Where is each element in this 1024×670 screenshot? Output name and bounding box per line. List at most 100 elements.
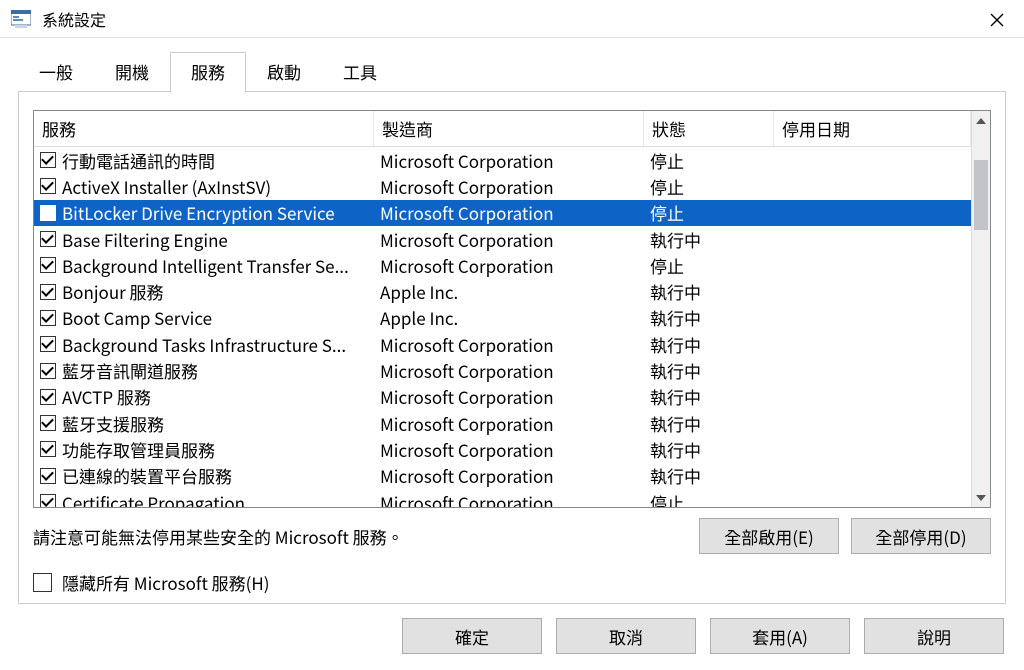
service-manufacturer: Microsoft Corporation xyxy=(374,463,644,488)
service-checkbox[interactable] xyxy=(40,415,56,431)
col-manufacturer[interactable]: 製造商 xyxy=(374,111,644,146)
service-row[interactable]: Certificate Propagation Microsoft Corpora… xyxy=(34,489,971,507)
tab-0[interactable]: 一般 xyxy=(18,52,94,92)
service-row[interactable]: 藍牙支援服務 Microsoft Corporation執行中 xyxy=(34,410,971,436)
service-status: 執行中 xyxy=(644,411,774,436)
ok-button[interactable]: 確定 xyxy=(402,618,542,654)
service-name: Bonjour 服務 xyxy=(62,279,164,304)
service-status: 停止 xyxy=(644,148,774,173)
tab-2[interactable]: 服務 xyxy=(170,52,246,93)
service-manufacturer: Microsoft Corporation xyxy=(374,253,644,278)
service-checkbox[interactable] xyxy=(40,284,56,300)
scroll-down-button[interactable] xyxy=(972,488,990,507)
service-manufacturer: Microsoft Corporation xyxy=(374,174,644,199)
service-name: Certificate Propagation xyxy=(62,490,245,508)
services-list: 服務 製造商 狀態 停用日期 行動電話通訊的時間 Microsoft Corpor… xyxy=(33,110,991,508)
help-button[interactable]: 說明 xyxy=(864,618,1004,654)
service-status: 執行中 xyxy=(644,384,774,409)
service-checkbox[interactable] xyxy=(40,363,56,379)
window-title: 系統設定 xyxy=(42,7,106,31)
service-name: BitLocker Drive Encryption Service xyxy=(62,200,335,225)
hide-ms-label: 隱藏所有 Microsoft 服務(H) xyxy=(62,570,270,595)
service-name: ActiveX Installer (AxInstSV) xyxy=(62,174,271,199)
service-name: Background Tasks Infrastructure S... xyxy=(62,332,346,357)
service-row[interactable]: 行動電話通訊的時間 Microsoft Corporation停止 xyxy=(34,147,971,173)
service-checkbox[interactable] xyxy=(40,310,56,326)
vertical-scrollbar[interactable] xyxy=(971,111,990,507)
service-name: 功能存取管理員服務 xyxy=(62,437,215,462)
service-manufacturer: Microsoft Corporation xyxy=(374,437,644,462)
service-status: 執行中 xyxy=(644,332,774,357)
service-status: 執行中 xyxy=(644,279,774,304)
service-status: 停止 xyxy=(644,490,774,508)
scroll-up-button[interactable] xyxy=(972,111,990,130)
scroll-thumb[interactable] xyxy=(974,160,988,230)
service-name: 行動電話通訊的時間 xyxy=(62,148,215,173)
service-checkbox[interactable] xyxy=(40,257,56,273)
service-status: 停止 xyxy=(644,200,774,225)
enable-all-button[interactable]: 全部啟用(E) xyxy=(699,518,839,554)
col-date-disabled[interactable]: 停用日期 xyxy=(774,111,971,146)
service-row[interactable]: Background Tasks Infrastructure S... Micr… xyxy=(34,331,971,357)
service-row[interactable]: Bonjour 服務 Apple Inc.執行中 xyxy=(34,278,971,304)
service-row[interactable]: BitLocker Drive Encryption Service Micros… xyxy=(34,200,971,226)
service-status: 執行中 xyxy=(644,358,774,383)
disable-all-button[interactable]: 全部停用(D) xyxy=(851,518,991,554)
service-status: 執行中 xyxy=(644,227,774,252)
services-panel: 服務 製造商 狀態 停用日期 行動電話通訊的時間 Microsoft Corpor… xyxy=(18,92,1006,604)
service-row[interactable]: AVCTP 服務Microsoft Corporation執行中 xyxy=(34,384,971,410)
service-row[interactable]: 功能存取管理員服務 Microsoft Corporation執行中 xyxy=(34,436,971,462)
service-checkbox[interactable] xyxy=(40,205,56,221)
scroll-track[interactable] xyxy=(972,130,990,488)
service-name: Base Filtering Engine xyxy=(62,227,228,252)
service-checkbox[interactable] xyxy=(40,441,56,457)
col-status[interactable]: 狀態 xyxy=(644,111,774,146)
hide-ms-checkbox[interactable] xyxy=(33,573,52,592)
service-checkbox[interactable] xyxy=(40,152,56,168)
service-checkbox[interactable] xyxy=(40,336,56,352)
service-name: 藍牙支援服務 xyxy=(62,411,164,436)
service-status: 執行中 xyxy=(644,305,774,330)
titlebar: 系統設定 xyxy=(0,0,1024,38)
service-row[interactable]: 已連線的裝置平台服務 Microsoft Corporation執行中 xyxy=(34,463,971,489)
col-service[interactable]: 服務 xyxy=(34,111,374,146)
list-rows: 行動電話通訊的時間Microsoft Corporation停止ActiveX … xyxy=(34,147,971,507)
service-checkbox[interactable] xyxy=(40,494,56,507)
service-row[interactable]: Background Intelligent Transfer Se... Mic… xyxy=(34,252,971,278)
app-icon xyxy=(10,8,32,30)
tab-1[interactable]: 開機 xyxy=(94,52,170,92)
service-status: 停止 xyxy=(644,253,774,278)
msconfig-window: 系統設定 一般開機服務啟動工具 服務 製造商 狀態 停用日期 行動電話通訊的時間… xyxy=(0,0,1024,670)
service-manufacturer: Microsoft Corporation xyxy=(374,358,644,383)
service-name: 已連線的裝置平台服務 xyxy=(62,463,232,488)
service-checkbox[interactable] xyxy=(40,389,56,405)
service-name: Background Intelligent Transfer Se... xyxy=(62,253,349,278)
service-manufacturer: Microsoft Corporation xyxy=(374,490,644,508)
service-name: Boot Camp Service xyxy=(62,305,212,330)
cancel-button[interactable]: 取消 xyxy=(556,618,696,654)
service-manufacturer: Microsoft Corporation xyxy=(374,384,644,409)
service-row[interactable]: 藍牙音訊閘道服務Microsoft Corporation執行中 xyxy=(34,357,971,383)
service-status: 執行中 xyxy=(644,437,774,462)
service-status: 停止 xyxy=(644,174,774,199)
service-status: 執行中 xyxy=(644,463,774,488)
tab-3[interactable]: 啟動 xyxy=(246,52,322,92)
service-manufacturer: Microsoft Corporation xyxy=(374,200,644,225)
service-checkbox[interactable] xyxy=(40,468,56,484)
service-checkbox[interactable] xyxy=(40,178,56,194)
service-manufacturer: Microsoft Corporation xyxy=(374,332,644,357)
list-header: 服務 製造商 狀態 停用日期 xyxy=(34,111,971,147)
service-manufacturer: Apple Inc. xyxy=(374,279,644,304)
service-row[interactable]: ActiveX Installer (AxInstSV) Microsoft Co… xyxy=(34,173,971,199)
tab-4[interactable]: 工具 xyxy=(322,52,398,92)
service-checkbox[interactable] xyxy=(40,231,56,247)
security-note: 請注意可能無法停用某些安全的 Microsoft 服務。 xyxy=(33,524,404,549)
dialog-footer: 確定 取消 套用(A) 說明 xyxy=(0,604,1024,670)
service-manufacturer: Apple Inc. xyxy=(374,305,644,330)
service-manufacturer: Microsoft Corporation xyxy=(374,148,644,173)
service-row[interactable]: Base Filtering EngineMicrosoft Corporati… xyxy=(34,226,971,252)
service-manufacturer: Microsoft Corporation xyxy=(374,411,644,436)
service-row[interactable]: Boot Camp Service Apple Inc.執行中 xyxy=(34,305,971,331)
close-button[interactable] xyxy=(969,0,1024,40)
apply-button[interactable]: 套用(A) xyxy=(710,618,850,654)
